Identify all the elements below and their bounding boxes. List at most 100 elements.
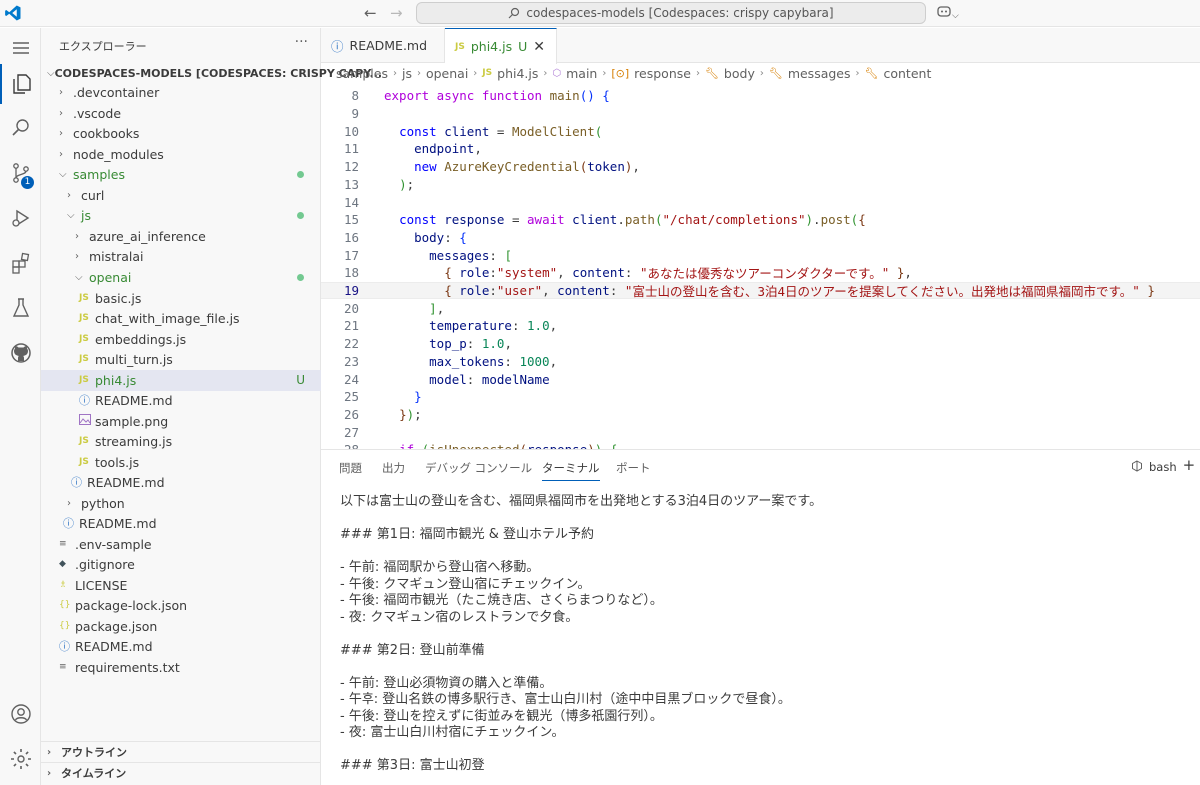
back-arrow-icon[interactable]: ← [364,4,377,22]
chevron-right-icon: › [392,67,397,79]
github-icon[interactable] [0,333,41,373]
breadcrumb-item[interactable]: openai [426,66,468,81]
chevron-right-icon: › [59,148,63,160]
tree-item-license[interactable]: ♗ LICENSE [41,575,321,596]
source-control-icon[interactable] [0,153,41,193]
tab-label: README.md [349,38,428,53]
command-center-search[interactable]: codespaces-models [Codespaces: crispy ca… [416,2,926,24]
outline-section[interactable]: › アウトライン [41,741,321,762]
tab-problems[interactable]: 問題 [339,460,362,476]
tab-phi4-js[interactable]: JS phi4.js U ✕ [445,28,557,64]
tab-output[interactable]: 出力 [382,460,405,476]
chevron-right-icon: › [59,107,63,119]
tree-item-env-sample[interactable]: ≡ .env-sample [41,534,321,555]
tree-item-requirements-txt[interactable]: ≡ requirements.txt [41,657,321,678]
tree-item-gitignore[interactable]: ◆ .gitignore [41,554,321,575]
add-terminal-icon[interactable]: + [1183,456,1196,475]
breadcrumb-item[interactable]: response [634,66,691,81]
git-file-icon: ◆ [59,559,66,570]
tab-readme-md[interactable]: ⓘ README.md [321,28,445,63]
tree-item-readme-md[interactable]: ⓘ README.md [41,513,321,534]
breadcrumb-item[interactable]: content [883,66,931,81]
tree-item-multi-turn-js[interactable]: JS multi_turn.js [41,349,321,370]
more-actions-icon[interactable]: ··· [295,34,308,50]
info-icon: ⓘ [331,39,344,54]
line-number: 11 [343,141,359,157]
js-file-icon: JS [79,334,89,345]
code-string: /chat/completions [670,212,798,228]
tree-item-embeddings-js[interactable]: JS embeddings.js [41,329,321,350]
testing-flask-icon[interactable] [0,288,41,328]
tree-item-phi4-js[interactable]: JS phi4.js U [41,370,321,391]
vscode-logo-icon[interactable] [4,4,22,22]
menu-icon[interactable] [0,28,41,68]
tree-item-streaming-js[interactable]: JS streaming.js [41,431,321,452]
breadcrumb-item[interactable]: phi4.js [497,66,538,81]
extensions-icon[interactable] [0,243,41,283]
tree-item-vscode[interactable]: › .vscode [41,103,321,124]
tree-item-readme-md[interactable]: ⓘ README.md [41,636,321,657]
breadcrumb-item[interactable]: samples [336,66,388,81]
tree-item-readme-md[interactable]: ⓘ README.md [41,472,321,493]
code-line: 26 }); [321,406,1200,424]
tree-item-basic-js[interactable]: JS basic.js [41,288,321,309]
terminal-selector[interactable]: bash + ⌵ [1131,456,1200,475]
tab-ports[interactable]: ポート [616,460,651,476]
chevron-right-icon: › [59,127,63,139]
tree-item-azure-ai-inference[interactable]: › azure_ai_inference [41,226,321,247]
property-wrench-icon: 🔧︎ [864,66,879,80]
tree-item-label: README.md [79,515,157,531]
explorer-icon[interactable] [0,64,41,104]
tree-item-node-modules[interactable]: › node_modules [41,144,321,165]
terminal-line: ### 第2日: 登山前準備 [340,642,485,658]
manage-gear-icon[interactable] [0,739,41,779]
tab-terminal[interactable]: ターミナル [542,460,600,481]
code-number: 1000 [519,353,550,369]
outline-label: アウトライン [61,746,127,759]
tree-item-label: phi4.js [95,372,137,388]
tree-item-cookbooks[interactable]: › cookbooks [41,123,321,144]
tree-item-js[interactable]: ⌵ js [41,205,321,226]
tree-item-openai[interactable]: ⌵ openai [41,267,321,288]
chevron-down-icon[interactable]: ⌵ [952,11,959,21]
breadcrumb-item[interactable]: body [724,66,755,81]
tree-item-tools-js[interactable]: JS tools.js [41,452,321,473]
tree-item-python[interactable]: › python [41,493,321,514]
js-file-icon: JS [79,313,89,324]
search-icon[interactable] [0,108,41,148]
accounts-icon[interactable] [0,694,41,734]
code-line: 11 endpoint, [321,140,1200,158]
chevron-down-icon: ⌵ [59,168,67,180]
line-number: 13 [343,176,359,192]
variable-icon: [⊙] [611,66,630,80]
workspace-root[interactable]: ⌵ CODESPACES-MODELS [CODESPACES: CRISPY … [41,63,382,84]
close-icon[interactable]: ✕ [533,39,545,55]
tree-item-devcontainer[interactable]: › .devcontainer [41,82,321,103]
timeline-section[interactable]: › タイムライン [41,762,321,783]
activity-bar: 1 [0,28,41,785]
tree-item-curl[interactable]: › curl [41,185,321,206]
tree-item-readme-md[interactable]: ⓘ README.md [41,390,321,411]
chevron-right-icon: › [543,67,548,79]
breadcrumb-item[interactable]: messages [788,66,851,81]
chevron-right-icon: › [47,746,52,758]
tree-item-package-lock-json[interactable]: {} package-lock.json [41,595,321,616]
breadcrumb-item[interactable]: js [402,66,412,81]
method-cube-icon: ⬡ [552,67,562,79]
tree-item-sample-png[interactable]: sample.png [41,411,321,432]
copilot-icon[interactable]: ⌵ [936,4,959,22]
tree-item-chat-with-image-file-js[interactable]: JS chat_with_image_file.js [41,308,321,329]
tree-item-samples[interactable]: ⌵ samples [41,164,321,185]
code-editor[interactable]: 8 export async function main() { 9 10 con… [321,86,1200,449]
breadcrumb-item[interactable]: main [566,66,597,81]
run-debug-icon[interactable] [0,198,41,238]
tree-item-package-json[interactable]: {} package.json [41,616,321,637]
forward-arrow-icon[interactable]: → [390,4,403,22]
git-modified-dot [297,211,304,219]
tab-debug-console[interactable]: デバッグ コンソール [425,460,532,476]
line-number: 15 [343,212,359,228]
code-line: 20 ], [321,299,1200,317]
line-number: 28 [321,442,359,449]
code-string: system [504,265,550,281]
tree-item-mistralai[interactable]: › mistralai [41,246,321,267]
